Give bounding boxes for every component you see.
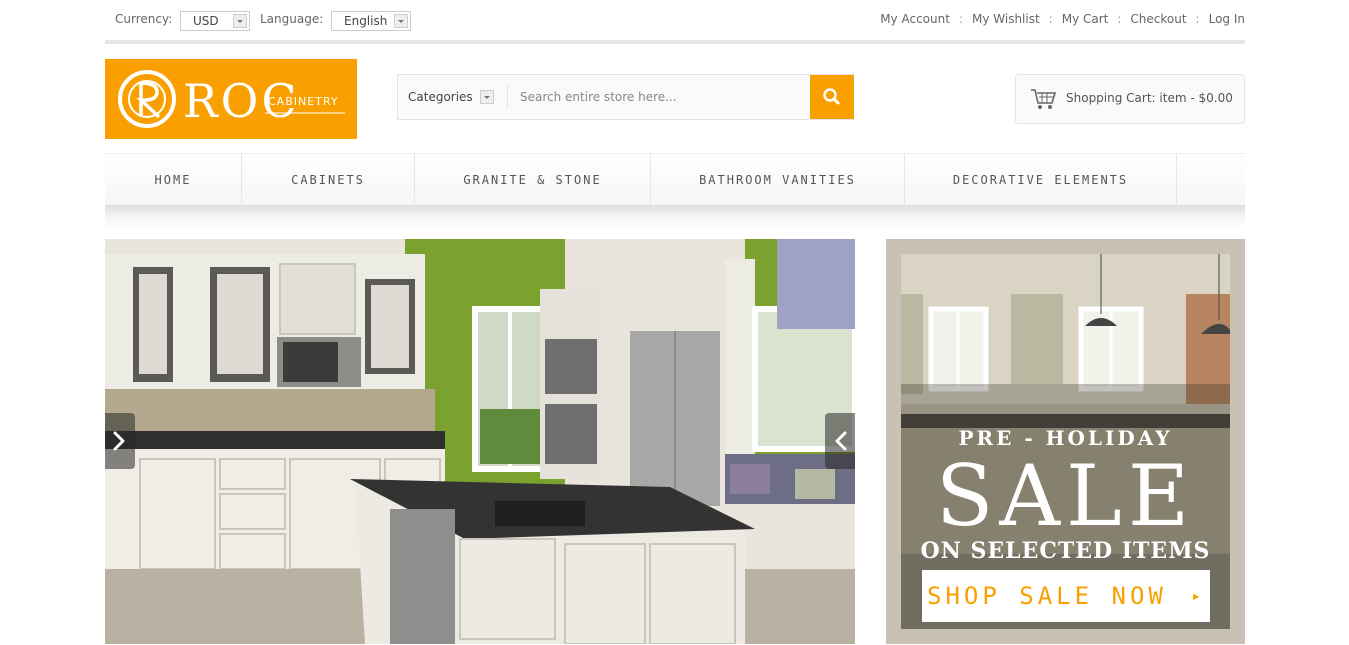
shopping-cart-widget[interactable]: Shopping Cart: item - $0.00 xyxy=(1015,74,1245,124)
promo-headline: SALE xyxy=(935,447,1196,545)
checkout-link[interactable]: Checkout xyxy=(1130,12,1186,26)
chevron-down-icon[interactable] xyxy=(480,90,494,104)
main-navigation: HOME CABINETS GRANITE & STONE BATHROOM V… xyxy=(105,153,1245,206)
account-links: My Account : My Wishlist : My Cart : Che… xyxy=(880,12,1245,26)
shop-sale-now-label: SHOP SALE NOW xyxy=(927,582,1167,610)
chevron-down-icon xyxy=(394,14,408,28)
logo-subtext: CABINETRY xyxy=(268,95,339,108)
search-button[interactable] xyxy=(810,75,854,119)
language-label: Language: xyxy=(260,12,324,26)
my-account-link[interactable]: My Account xyxy=(880,12,950,26)
top-bar: Currency: USD Language: English My Accou… xyxy=(105,0,1245,40)
slider-next-button[interactable] xyxy=(825,413,855,469)
separator: : xyxy=(958,12,963,26)
sale-promo-banner[interactable]: PRE - HOLIDAY SALE ON SELECTED ITEMS SHO… xyxy=(886,239,1245,644)
slider-prev-button[interactable] xyxy=(105,413,135,469)
currency-value: USD xyxy=(193,14,219,28)
chevron-down-icon xyxy=(233,14,247,28)
nav-item-home[interactable]: HOME xyxy=(105,154,242,206)
shop-sale-now-button[interactable]: SHOP SALE NOW ▸ xyxy=(922,570,1210,622)
category-select-label[interactable]: Categories xyxy=(408,90,473,104)
separator: : xyxy=(1195,12,1200,26)
currency-label: Currency: xyxy=(115,12,173,26)
site-logo[interactable]: ROC CABINETRY xyxy=(105,59,357,139)
currency-select[interactable]: USD xyxy=(180,11,250,31)
play-arrow-icon: ▸ xyxy=(1191,586,1205,605)
nav-item-cabinets[interactable]: CABINETS xyxy=(242,154,415,206)
cart-summary: Shopping Cart: item - $0.00 xyxy=(1066,91,1233,105)
nav-item-bathroom-vanities[interactable]: BATHROOM VANITIES xyxy=(651,154,905,206)
nav-shadow xyxy=(105,205,1245,229)
divider xyxy=(507,85,508,109)
roc-monogram-icon: ROC CABINETRY xyxy=(118,70,345,128)
my-wishlist-link[interactable]: My Wishlist xyxy=(972,12,1040,26)
nav-item-decorative-elements[interactable]: DECORATIVE ELEMENTS xyxy=(905,154,1177,206)
kitchen-photo xyxy=(105,239,855,644)
search-icon xyxy=(823,88,840,105)
search-input[interactable] xyxy=(510,81,805,113)
login-link[interactable]: Log In xyxy=(1209,12,1245,26)
language-value: English xyxy=(344,14,388,28)
cart-label: Shopping Cart: xyxy=(1066,91,1156,105)
promo-subtitle: ON SELECTED ITEMS xyxy=(920,538,1211,564)
divider xyxy=(105,40,1245,44)
shopping-cart-icon xyxy=(1031,89,1056,109)
language-select[interactable]: English xyxy=(331,11,411,31)
cart-items: item - xyxy=(1159,91,1195,105)
chevron-left-icon xyxy=(835,431,847,451)
hero-slider[interactable] xyxy=(105,239,855,644)
my-cart-link[interactable]: My Cart xyxy=(1062,12,1109,26)
search-bar: Categories xyxy=(397,74,854,120)
promo-photo: PRE - HOLIDAY SALE ON SELECTED ITEMS SHO… xyxy=(901,254,1230,629)
cart-total: $0.00 xyxy=(1198,91,1233,105)
nav-item-granite-stone[interactable]: GRANITE & STONE xyxy=(415,154,651,206)
chevron-right-icon xyxy=(113,431,125,451)
separator: : xyxy=(1048,12,1053,26)
separator: : xyxy=(1117,12,1122,26)
